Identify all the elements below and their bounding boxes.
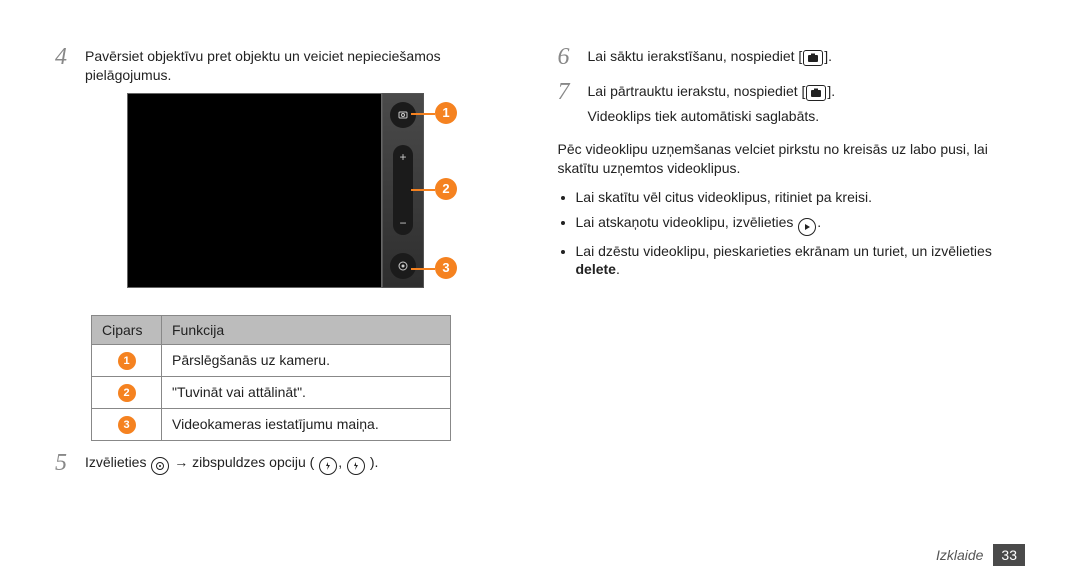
switch-camera-icon — [390, 102, 416, 128]
bullet-list: Lai skatītu vēl citus videoklipus, ritin… — [558, 188, 1026, 280]
left-column: 4 Pavērsiet objektīvu pret objektu un ve… — [55, 45, 523, 566]
row-fn-3: Videokameras iestatījumu maiņa. — [162, 408, 451, 440]
footer-page-number: 33 — [993, 544, 1025, 566]
page-footer: Izklaide 33 — [936, 544, 1025, 566]
callout-3: 3 — [435, 257, 457, 279]
function-table: Cipars Funkcija 1 Pārslēgšanās uz kameru… — [91, 315, 451, 441]
step7-post: ]. — [827, 83, 835, 99]
step5-post: ). — [370, 454, 379, 470]
step6-post: ]. — [824, 48, 832, 64]
flash-icon-1 — [319, 457, 337, 475]
camcorder-figure: + − 1 2 3 — [127, 93, 467, 293]
post-record-para: Pēc videoklipu uzņemšanas velciet pirkst… — [558, 140, 1026, 178]
settings-circle-icon — [151, 457, 169, 475]
b3-post: . — [616, 261, 620, 277]
step-7: 7 Lai pārtrauktu ierakstu, nospiediet []… — [558, 80, 1026, 132]
table-row: 1 Pārslēgšanās uz kameru. — [92, 344, 451, 376]
viewfinder-area — [127, 93, 382, 288]
b3-pre: Lai dzēstu videoklipu, pieskarieties ekr… — [576, 243, 992, 259]
row-num-1: 1 — [118, 352, 136, 370]
footer-section: Izklaide — [936, 547, 983, 563]
step5-pre: Izvēlieties — [85, 454, 150, 470]
step4-text: Pavērsiet objektīvu pret objektu un veic… — [85, 47, 523, 85]
row-fn-2: "Tuvināt vai attālināt". — [162, 376, 451, 408]
step-number-7: 7 — [558, 80, 576, 132]
step-number-6: 6 — [558, 45, 576, 72]
step5-text: Izvēlieties → zibspuldzes opciju ( , ). — [85, 453, 523, 475]
camera-button-icon-2 — [806, 85, 826, 101]
bullet-1: Lai skatītu vēl citus videoklipus, ritin… — [576, 188, 1026, 207]
row-num-2: 2 — [118, 384, 136, 402]
row-fn-1: Pārslēgšanās uz kameru. — [162, 344, 451, 376]
step-6: 6 Lai sāktu ierakstīšanu, nospiediet []. — [558, 45, 1026, 72]
b3-bold: delete — [576, 261, 616, 277]
step6-text: Lai sāktu ierakstīšanu, nospiediet []. — [588, 47, 1026, 66]
zoom-plus-icon: + — [399, 149, 406, 165]
b2-post: . — [817, 214, 821, 230]
table-row: 3 Videokameras iestatījumu maiņa. — [92, 408, 451, 440]
callout-1: 1 — [435, 102, 457, 124]
th-number: Cipars — [92, 315, 162, 344]
bullet-3: Lai dzēstu videoklipu, pieskarieties ekr… — [576, 242, 1026, 280]
play-icon — [798, 218, 816, 236]
zoom-bar: + − — [393, 145, 413, 235]
step7-line2: Videoklips tiek automātiski saglabāts. — [588, 107, 1026, 126]
step6-pre: Lai sāktu ierakstīšanu, nospiediet [ — [588, 48, 803, 64]
th-function: Funkcija — [162, 315, 451, 344]
flash-icon-2 — [347, 457, 365, 475]
step-4: 4 Pavērsiet objektīvu pret objektu un ve… — [55, 45, 523, 307]
right-column: 6 Lai sāktu ierakstīšanu, nospiediet [].… — [558, 45, 1026, 566]
table-row: 2 "Tuvināt vai attālināt". — [92, 376, 451, 408]
row-num-3: 3 — [118, 416, 136, 434]
step-number-4: 4 — [55, 45, 73, 307]
camera-button-icon — [803, 50, 823, 66]
zoom-minus-icon: − — [399, 215, 406, 231]
settings-gear-icon — [390, 253, 416, 279]
step-number-5: 5 — [55, 451, 73, 481]
step5-mid: → zibspuldzes opciju ( — [174, 454, 314, 470]
step7-pre: Lai pārtrauktu ierakstu, nospiediet [ — [588, 83, 806, 99]
step7-text: Lai pārtrauktu ierakstu, nospiediet []. — [588, 82, 1026, 101]
callout-2: 2 — [435, 178, 457, 200]
step-5: 5 Izvēlieties → zibspuldzes opciju ( , )… — [55, 451, 523, 481]
b2-pre: Lai atskaņotu videoklipu, izvēlieties — [576, 214, 798, 230]
bullet-2: Lai atskaņotu videoklipu, izvēlieties . — [576, 213, 1026, 236]
